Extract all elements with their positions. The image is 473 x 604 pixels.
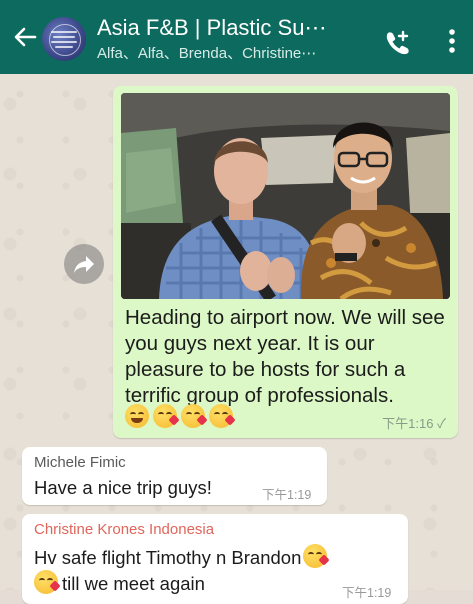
face-blowing-kiss-emoji	[209, 404, 236, 428]
add-call-icon[interactable]	[383, 29, 413, 55]
forward-button[interactable]	[64, 244, 104, 284]
incoming-text: Hv safe flight Timothy n Brandon	[34, 547, 302, 568]
sender-name[interactable]: Michele Fimic	[34, 454, 126, 472]
face-blowing-kiss-emoji	[153, 404, 180, 428]
sent-check-icon: ✓	[437, 416, 446, 431]
outgoing-message-text: Heading to airport now. We will see you …	[125, 306, 445, 407]
outgoing-meta: 下午1:16 ✓	[382, 413, 446, 432]
chat-header: Asia F&B | Plastic Su⋯ Alfa、Alfa、Brenda、…	[0, 0, 473, 74]
outgoing-message-bubble[interactable]: Heading to airport now. We will see you …	[113, 86, 458, 438]
group-members[interactable]: Alfa、Alfa、Brenda、Christine⋯	[97, 45, 362, 63]
grinning-face-emoji	[125, 404, 149, 428]
face-blowing-kiss-emoji	[34, 570, 61, 594]
group-avatar[interactable]	[42, 17, 86, 61]
forward-icon	[74, 256, 94, 273]
back-arrow-icon[interactable]	[11, 25, 39, 49]
incoming-text: till we meet again	[62, 573, 205, 594]
message-time: 下午1:19	[262, 488, 312, 502]
chat-title[interactable]: Asia F&B | Plastic Su⋯	[97, 15, 362, 41]
incoming-message-text-line1: Hv safe flight Timothy n Brandon	[34, 544, 331, 570]
face-blowing-kiss-emoji	[303, 544, 331, 568]
emoji-row	[125, 404, 237, 430]
message-time: 下午1:16	[382, 416, 434, 431]
incoming-message-text-line2: till we meet again	[34, 570, 205, 596]
incoming-message-text: Have a nice trip guys!	[34, 477, 212, 498]
shared-photo[interactable]	[121, 93, 450, 299]
incoming-message-bubble[interactable]: Michele Fimic Have a nice trip guys! 下午1…	[22, 447, 327, 505]
message-time: 下午1:19	[342, 586, 392, 600]
incoming-message-bubble[interactable]: Christine Krones Indonesia Hv safe fligh…	[22, 514, 408, 604]
face-blowing-kiss-emoji	[181, 404, 208, 428]
sender-name[interactable]: Christine Krones Indonesia	[34, 521, 214, 539]
more-vert-icon[interactable]	[442, 27, 462, 55]
